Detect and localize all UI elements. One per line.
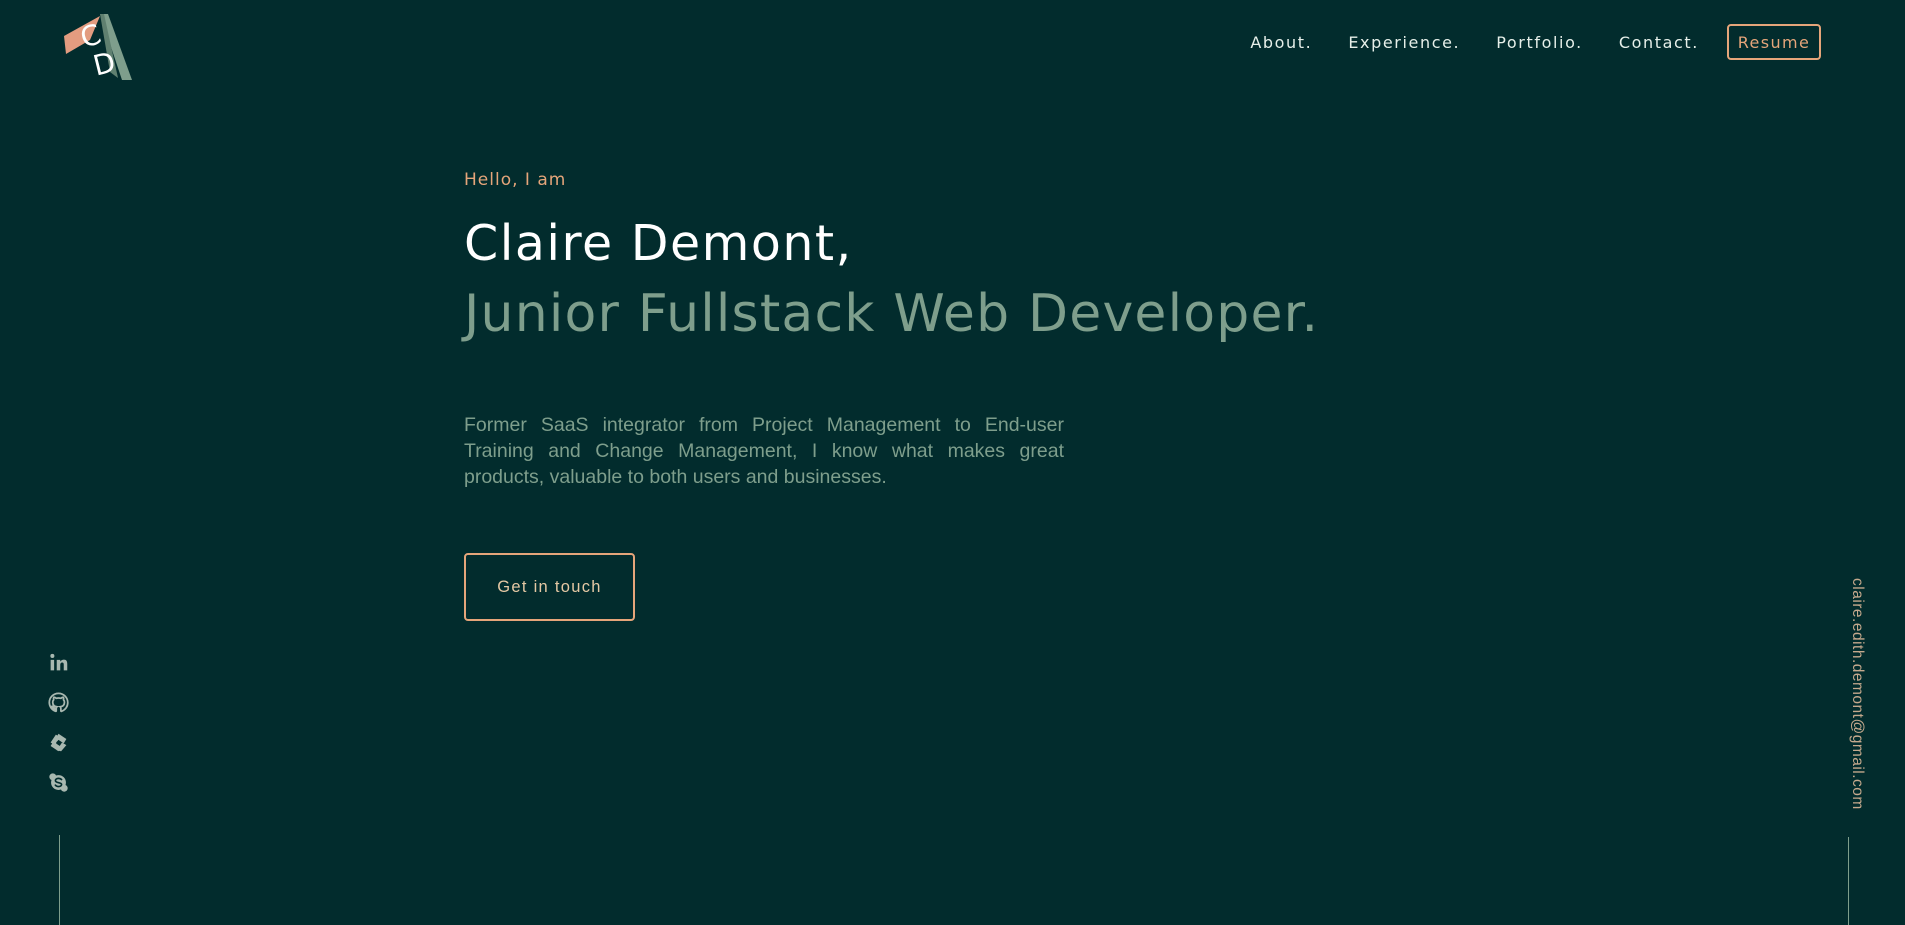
skype-icon[interactable] [48,772,69,793]
page: C D About. Experience. Portfolio. Contac… [0,0,1905,925]
main-nav: About. Experience. Portfolio. Contact. R… [1250,22,1821,62]
left-rail-line [59,835,60,925]
nav-about[interactable]: About. [1250,33,1312,52]
nav-contact[interactable]: Contact. [1619,33,1699,52]
nav-experience[interactable]: Experience. [1348,33,1460,52]
hero-bio: Former SaaS integrator from Project Mana… [464,414,1064,488]
get-in-touch-button[interactable]: Get in touch [464,553,635,621]
codepen-icon[interactable] [48,732,69,753]
right-rail-line [1848,837,1849,925]
linkedin-icon[interactable] [48,652,69,673]
hero-role: Junior Fullstack Web Developer. [464,284,1320,344]
resume-button[interactable]: Resume [1727,24,1821,60]
nav-portfolio[interactable]: Portfolio. [1496,33,1583,52]
greeting: Hello, I am [464,170,567,190]
hero-name: Claire Demont, [464,215,853,272]
logo[interactable]: C D [60,10,138,84]
github-icon[interactable] [48,692,69,713]
social-links [48,652,70,793]
logo-icon: C D [64,14,132,82]
email-link[interactable]: claire.edith.demont@gmail.com [1848,578,1866,810]
hero-section: Hello, I am Claire Demont, Junior Fullst… [464,170,1364,490]
